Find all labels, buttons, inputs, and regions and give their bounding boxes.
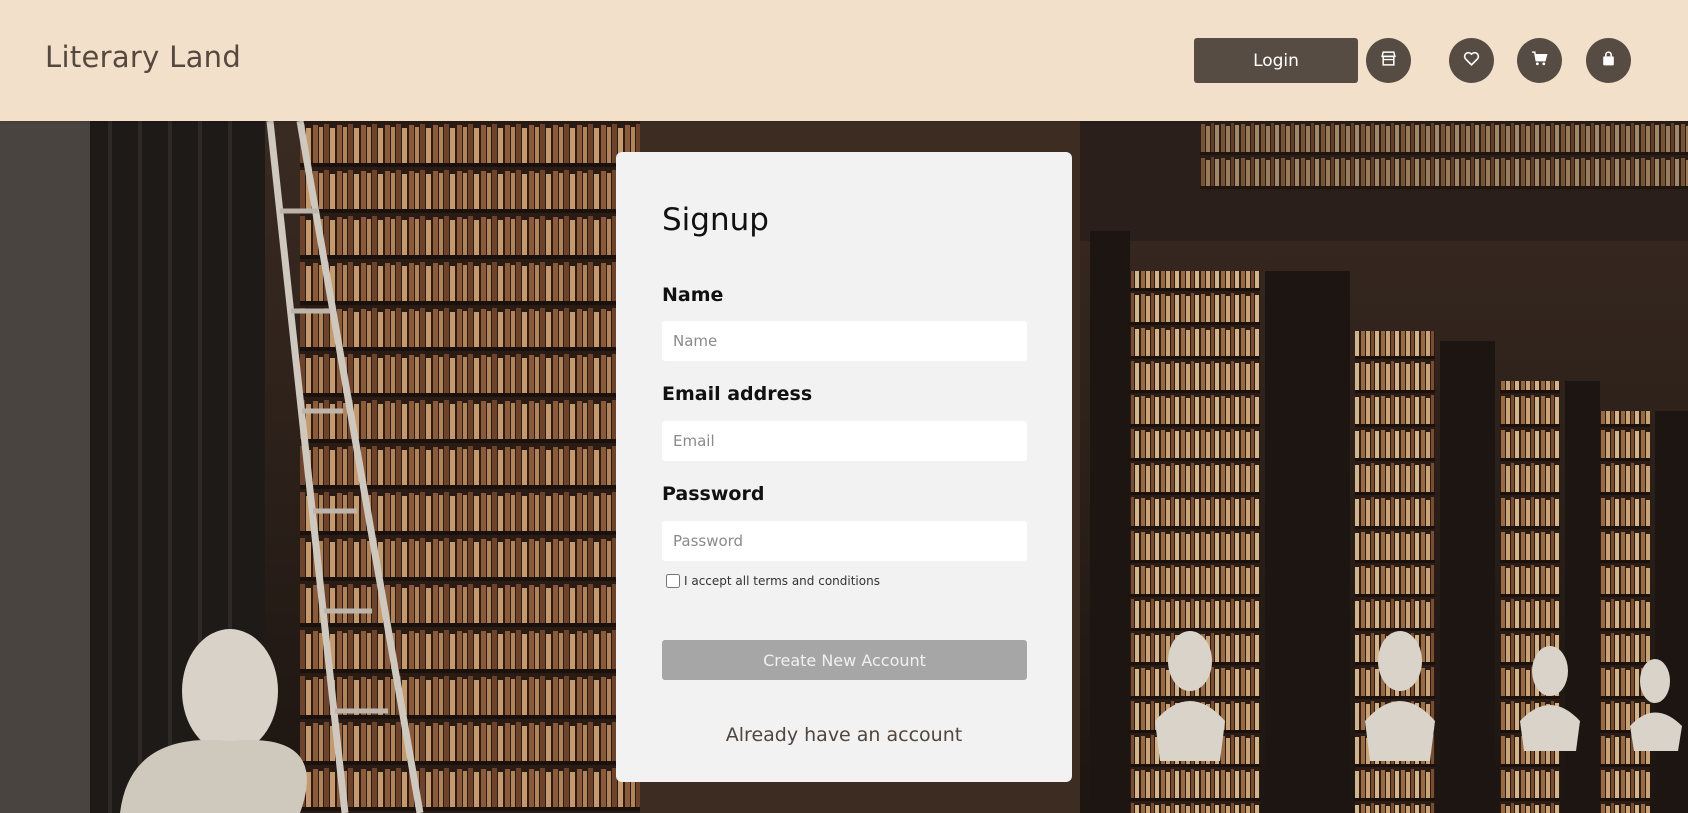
already-have-account-link[interactable]: Already have an account [616,724,1072,746]
bag-button[interactable] [1586,38,1631,83]
brand-logo[interactable]: Literary Land [45,40,241,74]
email-label: Email address [662,383,813,405]
login-button[interactable]: Login [1194,38,1358,83]
signup-card: Signup Name Email address Password I acc… [616,152,1072,782]
top-navbar: Literary Land Login [0,0,1688,121]
name-input[interactable] [662,321,1027,361]
password-label: Password [662,483,765,505]
cart-icon [1531,50,1548,71]
email-input[interactable] [662,421,1027,461]
create-account-button[interactable]: Create New Account [662,640,1027,680]
signup-title: Signup [662,202,769,238]
cart-button[interactable] [1517,38,1562,83]
store-icon [1380,50,1397,71]
password-input[interactable] [662,521,1027,561]
heart-icon [1463,50,1480,71]
name-label: Name [662,284,724,306]
terms-label[interactable]: I accept all terms and conditions [684,574,880,588]
bag-icon [1600,50,1617,71]
store-button[interactable] [1366,38,1411,83]
wishlist-button[interactable] [1449,38,1494,83]
terms-checkbox[interactable] [666,574,680,588]
terms-row: I accept all terms and conditions [666,574,880,588]
